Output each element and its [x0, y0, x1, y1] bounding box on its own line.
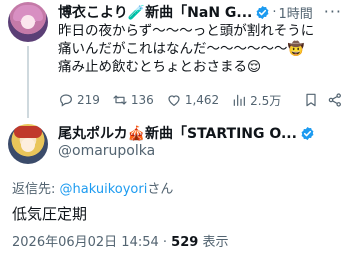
replying-to: 返信先: @hakuikoyoriさん — [12, 178, 173, 197]
reply-suffix: さん — [147, 182, 174, 197]
tweet-thread: 博衣こより🧪新曲「NaN G... · 1時間 ··· 昨日の夜からず〜〜〜っと… — [0, 0, 350, 259]
reply-prefix: 返信先: — [12, 182, 60, 197]
display-name[interactable]: 博衣こより🧪新曲「NaN G... — [58, 2, 252, 22]
tweet-header: 博衣こより🧪新曲「NaN G... · 1時間 ··· — [58, 2, 344, 22]
verified-badge-icon — [256, 5, 269, 19]
views-button[interactable]: 2.5万 — [231, 92, 281, 109]
reply-icon — [60, 94, 72, 107]
tweet-header: 尾丸ポルカ🎪新曲「STARTING O... — [58, 123, 344, 143]
views-chart-icon — [233, 94, 246, 106]
tweet-text-line: 痛いんだがこれはなんだ〜〜〜〜〜〜🤠 — [58, 41, 305, 57]
display-name[interactable]: 尾丸ポルカ🎪新曲「STARTING O... — [58, 123, 297, 143]
tweet-text: 低気圧定期 — [12, 205, 88, 223]
view-label: 表示 — [198, 235, 229, 250]
view-count: 529 — [171, 235, 199, 250]
retweet-count: 136 — [130, 93, 154, 107]
tweet-text-line: 昨日の夜からず〜〜〜っと頭が割れそうに — [58, 23, 315, 39]
share-button[interactable] — [327, 92, 343, 108]
heart-icon — [168, 95, 180, 107]
user-handle[interactable]: @omarupolka — [58, 143, 155, 159]
avatar[interactable] — [8, 2, 48, 42]
share-icon — [328, 93, 342, 107]
avatar[interactable] — [8, 124, 48, 164]
bookmark-button[interactable] — [303, 92, 319, 108]
reply-mention-link[interactable]: @hakuikoyori — [60, 182, 148, 197]
verified-badge-icon — [301, 126, 314, 140]
like-button[interactable]: 1,462 — [166, 92, 219, 108]
bookmark-icon — [306, 93, 316, 107]
reply-button[interactable]: 219 — [58, 92, 100, 108]
dot-separator: · — [272, 4, 277, 20]
tweet-action-bar: 219 136 1,462 2.5万 — [58, 90, 344, 110]
post-time[interactable]: 1時間 — [279, 3, 313, 22]
retweet-icon — [113, 95, 127, 105]
like-count: 1,462 — [184, 93, 220, 107]
tweet-text: 昨日の夜からず〜〜〜っと頭が割れそうに 痛いんだがこれはなんだ〜〜〜〜〜〜🤠 痛… — [58, 22, 344, 76]
timestamp-text[interactable]: 2026年06月02日 14:54 · — [12, 235, 171, 250]
parent-tweet[interactable]: 博衣こより🧪新曲「NaN G... · 1時間 ··· 昨日の夜からず〜〜〜っと… — [0, 0, 350, 118]
thread-connector-line — [27, 46, 29, 118]
tweet-text-line: 痛み止め飲むとちょとおさまる😌 — [58, 59, 262, 75]
more-options-icon[interactable]: ··· — [324, 2, 342, 21]
retweet-button[interactable]: 136 — [112, 92, 154, 108]
reply-count: 219 — [77, 93, 100, 107]
tweet-timestamp: 2026年06月02日 14:54 · 529 表示 — [12, 231, 228, 250]
view-count: 2.5万 — [250, 93, 282, 108]
